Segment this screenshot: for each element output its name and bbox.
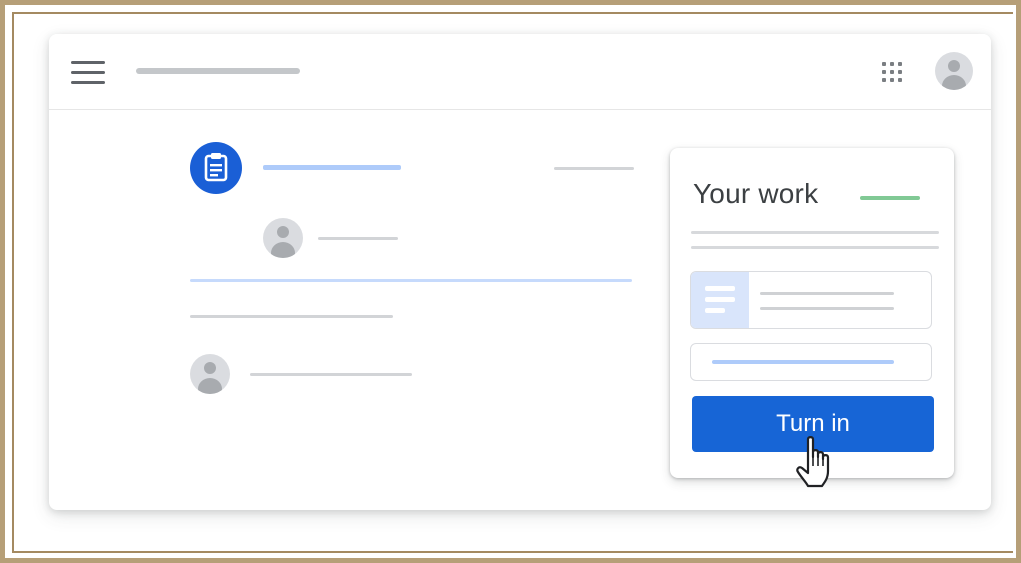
assignment-date-placeholder	[554, 167, 634, 170]
teacher-avatar-icon	[263, 218, 303, 258]
clipboard-assignment-icon	[190, 142, 242, 194]
your-work-title: Your work	[693, 178, 819, 209]
document-icon	[691, 272, 749, 328]
class-comments-placeholder	[190, 315, 393, 318]
attachment-type-placeholder	[760, 307, 894, 310]
card-detail-line	[691, 246, 939, 249]
divider-line	[190, 279, 632, 282]
classroom-window: Your work Turn in	[49, 34, 991, 510]
hamburger-menu-icon[interactable]	[71, 61, 105, 85]
your-work-card: Your work Turn in	[670, 148, 954, 488]
commenter-avatar-icon	[190, 354, 230, 394]
comment-input-placeholder[interactable]	[250, 373, 412, 376]
account-avatar-icon[interactable]	[935, 52, 973, 90]
card-detail-line	[691, 231, 939, 234]
top-app-bar	[49, 34, 991, 110]
attachment-item[interactable]	[690, 271, 932, 329]
app-title-placeholder	[136, 68, 300, 74]
add-or-create-placeholder	[712, 360, 894, 364]
teacher-name-placeholder	[318, 237, 398, 240]
attachment-name-placeholder	[760, 292, 894, 295]
assignment-title-placeholder	[263, 165, 401, 170]
status-indicator	[860, 196, 920, 200]
add-or-create-button[interactable]	[690, 343, 932, 381]
hand-pointer-cursor-icon	[796, 436, 830, 488]
apps-grid-icon[interactable]	[881, 61, 907, 87]
